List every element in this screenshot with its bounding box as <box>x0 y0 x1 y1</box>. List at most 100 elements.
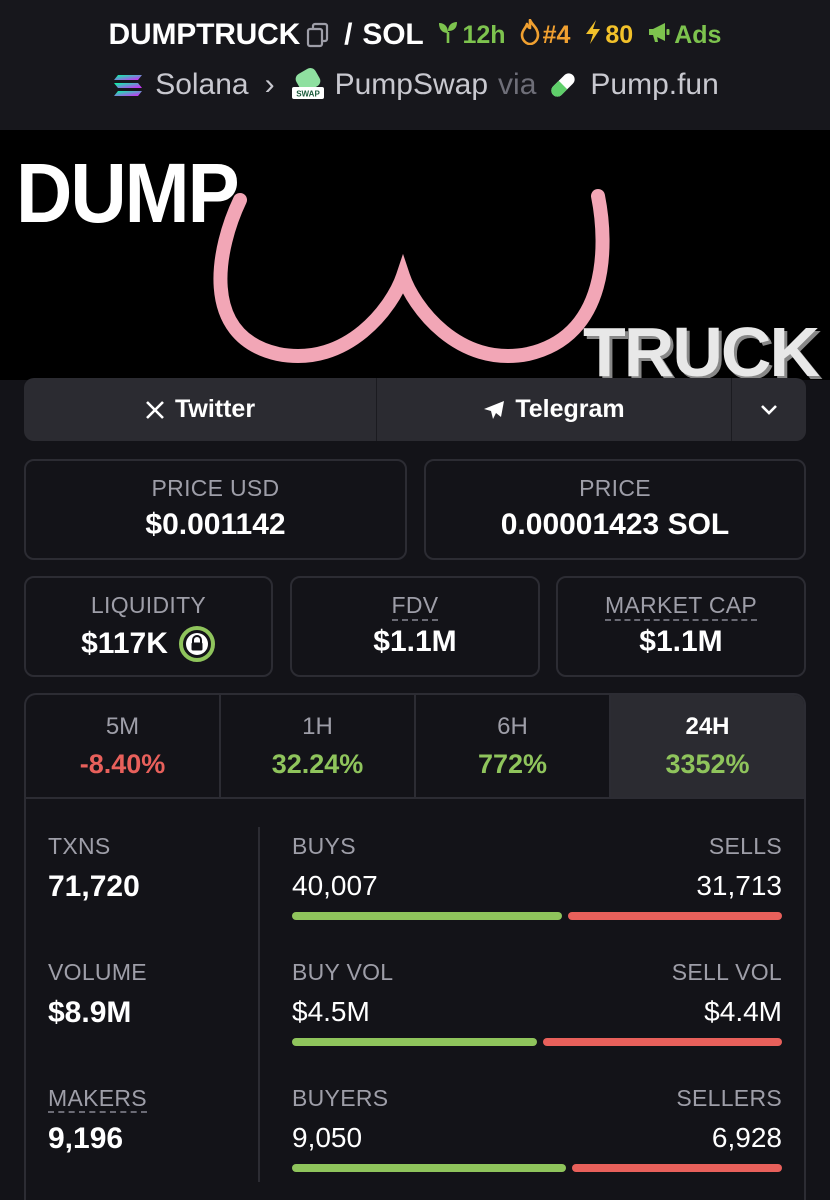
telegram-label: Telegram <box>515 395 625 423</box>
buys-sells-ratio-bar <box>292 912 782 920</box>
buy-bar-segment <box>292 1164 566 1172</box>
telegram-button[interactable]: Telegram <box>377 378 732 441</box>
social-links-bar: Twitter Telegram <box>24 378 806 441</box>
txns-label: TXNS <box>48 833 111 859</box>
ads-badge[interactable]: Ads <box>647 21 721 50</box>
chevron-right-icon: › <box>264 68 275 101</box>
tab-6h[interactable]: 6H 772% <box>416 695 611 797</box>
price-change: 772% <box>477 749 548 779</box>
price-change: 32.24% <box>271 749 364 779</box>
sells-label: SELLS <box>708 833 782 859</box>
tab-5m[interactable]: 5M -8.40% <box>26 695 221 797</box>
txns-value: 71,720 <box>48 870 140 903</box>
price-native-box: PRICE 0.00001423 SOL <box>424 459 806 560</box>
sell-bar-segment <box>568 912 782 920</box>
price-usd-box: PRICE USD $0.001142 <box>24 459 407 560</box>
price-native-label: PRICE <box>579 475 651 501</box>
volume-label: VOLUME <box>48 959 147 985</box>
solana-icon <box>111 68 145 102</box>
buys-sells-split: BUYS SELLS 40,007 31,713 <box>292 833 782 920</box>
pair-header: DUMPTRUCK / SOL 12h #4 80 Ads Solana › S… <box>0 0 830 130</box>
column-divider <box>258 827 260 1182</box>
boost-count: 80 <box>605 20 634 49</box>
flame-icon <box>520 18 540 52</box>
fdv-box: FDV $1.1M <box>290 576 540 677</box>
makers-value: 9,196 <box>48 1122 124 1155</box>
tab-label: 5M <box>105 713 140 740</box>
fdv-label[interactable]: FDV <box>391 592 439 621</box>
liquidity-box: LIQUIDITY $117K <box>24 576 273 677</box>
buyers-label: BUYERS <box>292 1085 389 1111</box>
lightning-icon <box>584 19 602 52</box>
lock-icon[interactable] <box>178 625 216 663</box>
buy-bar-segment <box>292 912 562 920</box>
txns-metric: TXNS 71,720 <box>48 833 140 904</box>
volume-split: BUY VOL SELL VOL $4.5M $4.4M <box>292 959 782 1046</box>
price-native-value: 0.00001423 SOL <box>500 508 730 541</box>
tab-label: 1H <box>302 713 333 740</box>
ads-label: Ads <box>674 20 722 49</box>
banner-curve-artwork <box>213 189 610 363</box>
paper-plane-icon <box>483 400 505 420</box>
tab-1h[interactable]: 1H 32.24% <box>221 695 416 797</box>
launchpad-link[interactable]: Pump.fun <box>590 68 718 102</box>
makers-split: BUYERS SELLERS 9,050 6,928 <box>292 1085 782 1172</box>
dex-link[interactable]: PumpSwap <box>335 68 488 102</box>
via-label: via <box>498 68 537 101</box>
boost-badge[interactable]: 80 <box>584 19 633 52</box>
banner-bottom-text: TRUCK <box>583 313 820 380</box>
sellers-value: 6,928 <box>711 1122 782 1153</box>
quote-symbol: SOL <box>362 18 424 51</box>
pill-icon <box>546 68 580 102</box>
volume-ratio-bar <box>292 1038 782 1046</box>
copy-address-icon[interactable] <box>306 22 330 48</box>
transactions-breakdown: TXNS 71,720 VOLUME $8.9M MAKERS 9,196 BU… <box>26 799 804 1200</box>
buy-vol-value: $4.5M <box>292 996 370 1027</box>
twitter-label: Twitter <box>174 395 256 423</box>
buy-vol-label: BUY VOL <box>292 959 394 985</box>
pair-age-badge[interactable]: 12h <box>437 20 506 51</box>
market-cap-label[interactable]: MARKET CAP <box>604 592 758 621</box>
price-change: 3352% <box>665 749 750 779</box>
volume-metric: VOLUME $8.9M <box>48 959 147 1030</box>
market-cap-value: $1.1M <box>639 625 723 658</box>
chevron-down-icon <box>760 404 778 416</box>
price-usd-value: $0.001142 <box>145 508 286 541</box>
buys-value: 40,007 <box>292 870 378 901</box>
sellers-label: SELLERS <box>676 1085 782 1111</box>
pumpswap-icon: SWAP <box>291 68 325 102</box>
trending-rank: #4 <box>542 20 571 49</box>
sell-vol-label: SELL VOL <box>671 959 782 985</box>
banner-top-text: DUMP <box>16 145 240 241</box>
makers-label[interactable]: MAKERS <box>48 1085 147 1113</box>
buy-bar-segment <box>292 1038 537 1046</box>
more-links-button[interactable] <box>732 378 806 441</box>
sell-vol-value: $4.4M <box>704 996 782 1027</box>
tab-label: 24H <box>685 713 730 740</box>
tab-label: 6H <box>497 713 528 740</box>
twitter-button[interactable]: Twitter <box>24 378 377 441</box>
price-usd-label: PRICE USD <box>151 475 280 501</box>
trending-rank-badge[interactable]: #4 <box>520 18 571 52</box>
svg-text:SWAP: SWAP <box>296 90 320 99</box>
timeframe-tabs: 5M -8.40% 1H 32.24% 6H 772% 24H 3352% <box>26 695 804 799</box>
pair-title-row: DUMPTRUCK / SOL 12h #4 80 Ads <box>0 18 830 52</box>
x-logo-icon <box>145 400 165 420</box>
liquidity-label: LIQUIDITY <box>90 592 207 618</box>
buys-label: BUYS <box>292 833 356 859</box>
pair-age: 12h <box>462 20 506 49</box>
seedling-icon <box>437 20 459 51</box>
market-cap-box: MARKET CAP $1.1M <box>556 576 806 677</box>
makers-ratio-bar <box>292 1164 782 1172</box>
liquidity-value: $117K <box>81 627 168 660</box>
breadcrumb: Solana › SWAP PumpSwap via Pump.fun <box>0 68 830 102</box>
tab-24h[interactable]: 24H 3352% <box>611 695 804 797</box>
token-banner-image: DUMP TRUCK <box>0 130 830 380</box>
makers-metric: MAKERS 9,196 <box>48 1085 147 1156</box>
megaphone-icon <box>647 21 671 50</box>
buyers-value: 9,050 <box>292 1122 363 1153</box>
sell-bar-segment <box>572 1164 782 1172</box>
chain-link[interactable]: Solana <box>155 68 248 102</box>
trading-stats-panel: 5M -8.40% 1H 32.24% 6H 772% 24H 3352% TX… <box>24 693 806 1200</box>
price-change: -8.40% <box>79 749 166 779</box>
